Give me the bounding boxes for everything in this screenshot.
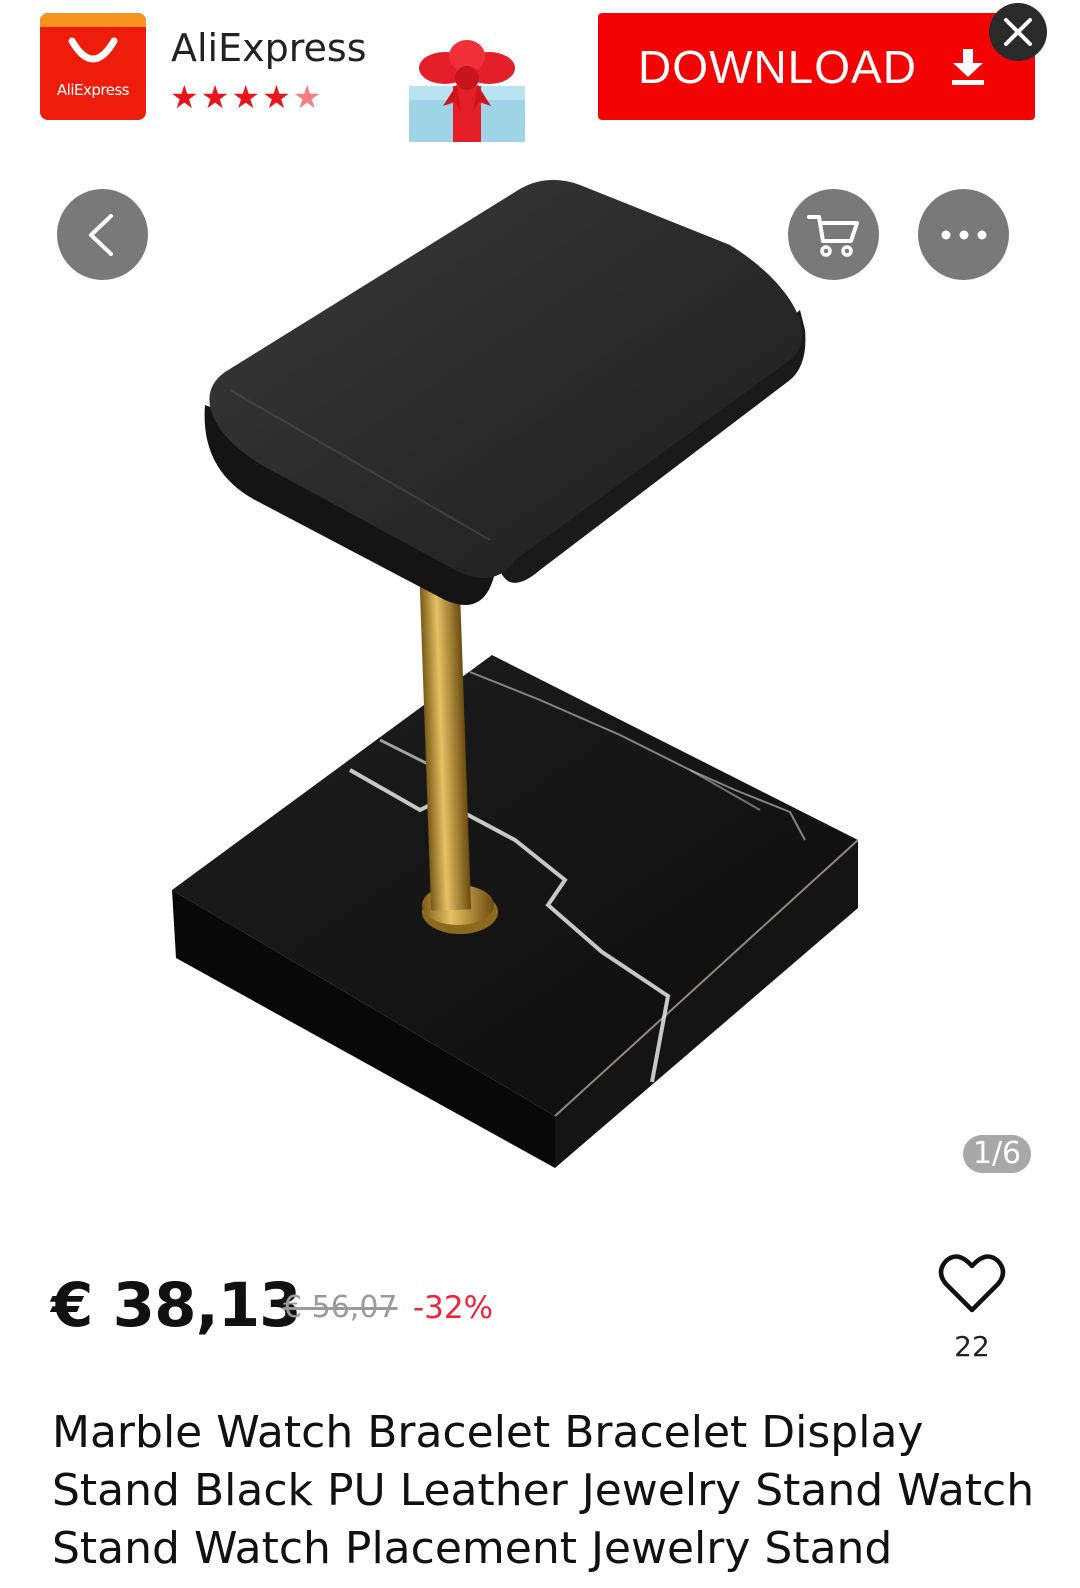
original-price: € 56,07 (283, 1290, 398, 1325)
more-options-button[interactable] (918, 189, 1009, 280)
product-image (172, 179, 859, 1168)
logo-text: AliExpress (56, 81, 130, 99)
image-page-counter: 1/6 (963, 1135, 1031, 1173)
more-dots-icon (941, 230, 986, 239)
half-star-icon: ★ (292, 78, 324, 116)
shopping-cart-icon (806, 214, 859, 257)
cart-button[interactable] (788, 189, 879, 280)
current-price: € 38,13 (51, 1270, 302, 1341)
gift-icon (409, 40, 525, 142)
close-icon (1004, 18, 1032, 46)
rating-stars: ★★★★★ (170, 80, 323, 114)
download-button[interactable]: DOWNLOAD (598, 13, 1035, 120)
close-banner-button[interactable] (989, 3, 1047, 61)
product-title: Marble Watch Bracelet Bracelet Display S… (52, 1407, 1035, 1574)
back-button[interactable] (57, 189, 148, 280)
chevron-left-icon (88, 213, 113, 256)
smile-icon (68, 37, 118, 63)
app-install-banner: AliExpress AliExpress ★★★★★ DOWNLOAD (0, 0, 1080, 145)
full-stars: ★★★★ (170, 78, 293, 116)
product-image-gallery[interactable]: 1/6 (0, 145, 1080, 1195)
heart-icon[interactable] (938, 1252, 1006, 1314)
download-label: DOWNLOAD (638, 40, 917, 93)
download-arrow-icon (951, 48, 984, 85)
app-name: AliExpress (171, 26, 367, 70)
aliexpress-logo[interactable]: AliExpress (40, 13, 146, 120)
wishlist-count: 22 (954, 1330, 990, 1363)
discount-badge: -32% (413, 1290, 494, 1326)
